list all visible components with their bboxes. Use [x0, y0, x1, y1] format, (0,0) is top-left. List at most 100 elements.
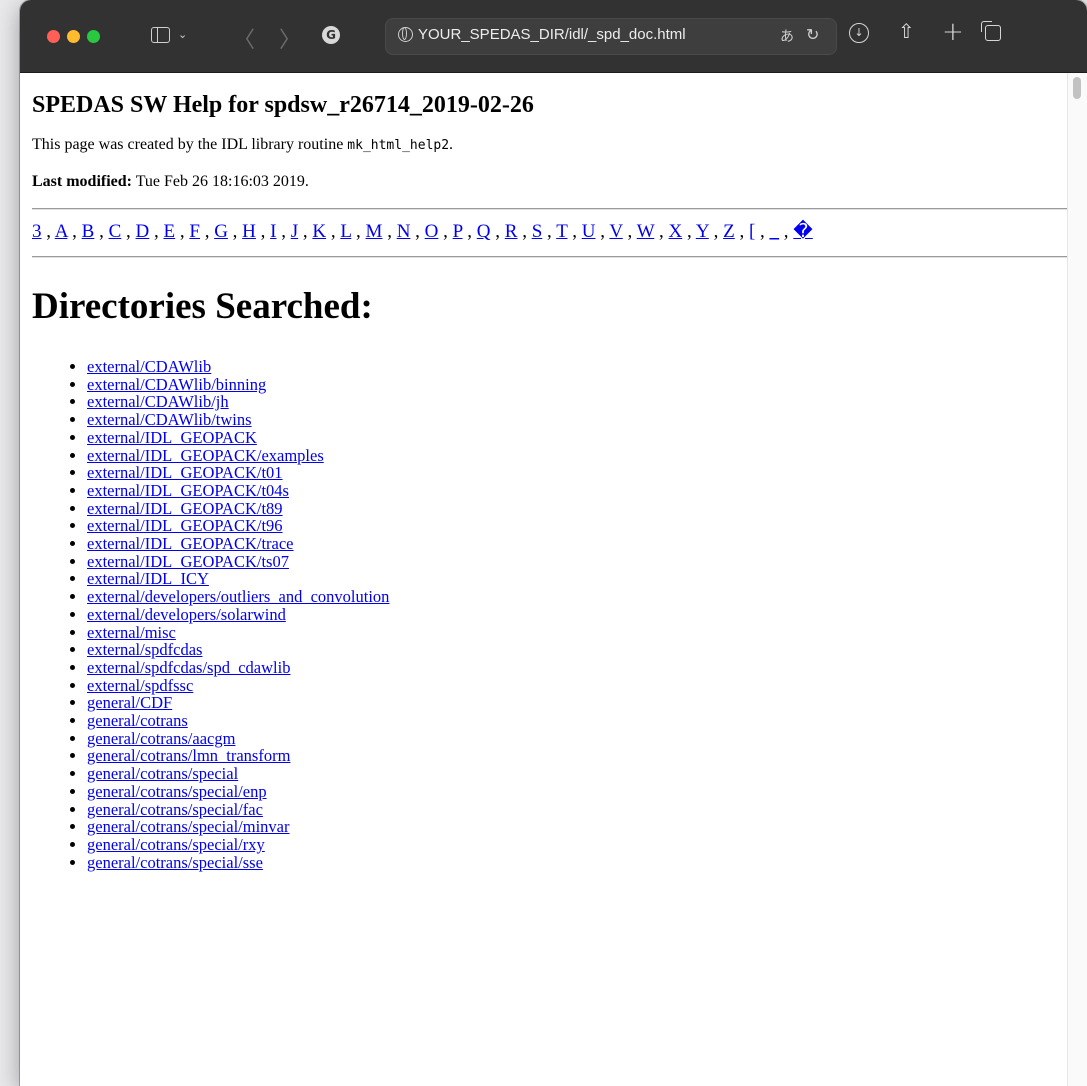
- alphabet-link[interactable]: M: [366, 221, 383, 242]
- alphabet-link[interactable]: A: [55, 221, 68, 242]
- chevron-down-icon[interactable]: ⌄: [178, 28, 187, 41]
- directory-link[interactable]: external/IDL_GEOPACK: [87, 428, 257, 447]
- directory-link[interactable]: external/misc: [87, 623, 176, 642]
- directory-link[interactable]: general/cotrans/special/rxy: [87, 835, 265, 854]
- download-icon[interactable]: ↓: [849, 23, 869, 43]
- directory-link[interactable]: external/spdfcdas: [87, 640, 202, 659]
- alphabet-link[interactable]: P: [453, 221, 463, 242]
- last-modified-label: Last modified:: [32, 173, 132, 190]
- alphabet-separator: ,: [567, 221, 582, 242]
- alphabet-link[interactable]: K: [312, 221, 326, 242]
- directory-link[interactable]: general/cotrans/special/sse: [87, 853, 263, 872]
- directory-link[interactable]: general/cotrans/special/enp: [87, 782, 267, 801]
- directory-link[interactable]: external/spdfcdas/spd_cdawlib: [87, 658, 290, 677]
- alphabet-separator: ,: [682, 221, 696, 242]
- directory-link[interactable]: external/IDL_GEOPACK/t89: [87, 499, 283, 518]
- alphabet-separator: ,: [542, 221, 557, 242]
- alphabet-link[interactable]: T: [556, 221, 567, 242]
- alphabet-separator: ,: [410, 221, 425, 242]
- forward-button[interactable]: 〉: [279, 22, 301, 54]
- alphabet-link[interactable]: �: [793, 221, 812, 242]
- directory-link[interactable]: external/CDAWlib/jh: [87, 392, 229, 411]
- reload-icon[interactable]: ↻: [806, 25, 819, 44]
- directory-link[interactable]: external/spdfssc: [87, 676, 193, 695]
- alphabet-link[interactable]: N: [397, 221, 411, 242]
- scrollbar-thumb[interactable]: [1073, 77, 1081, 99]
- alphabet-link[interactable]: U: [582, 221, 596, 242]
- alphabet-link[interactable]: _: [770, 221, 780, 242]
- alphabet-separator: ,: [326, 221, 341, 242]
- alphabet-link[interactable]: Z: [723, 221, 735, 242]
- directory-link[interactable]: general/cotrans/lmn_transform: [87, 746, 290, 765]
- alphabet-link[interactable]: Y: [696, 221, 709, 242]
- directory-link[interactable]: general/cotrans/aacgm: [87, 729, 235, 748]
- directory-link[interactable]: external/IDL_GEOPACK/examples: [87, 446, 324, 465]
- alphabet-separator: ,: [490, 221, 505, 242]
- alphabet-link[interactable]: W: [637, 221, 655, 242]
- directory-link[interactable]: external/IDL_GEOPACK/ts07: [87, 552, 289, 571]
- sidebar-icon[interactable]: [151, 27, 170, 43]
- minimize-window-button[interactable]: [67, 30, 80, 43]
- alphabet-separator: ,: [654, 221, 669, 242]
- directory-link[interactable]: external/IDL_GEOPACK/trace: [87, 534, 294, 553]
- directory-link[interactable]: general/cotrans: [87, 711, 188, 730]
- alphabet-separator: ,: [517, 221, 532, 242]
- new-tab-icon[interactable]: +: [942, 17, 964, 47]
- list-item: general/cotrans: [87, 712, 1068, 730]
- last-modified-line: Last modified: Tue Feb 26 18:16:03 2019.: [32, 172, 1068, 192]
- tab-overview-icon[interactable]: [981, 21, 1001, 41]
- alphabet-link[interactable]: Q: [477, 221, 491, 242]
- directory-link[interactable]: external/developers/outliers_and_convolu…: [87, 587, 389, 606]
- zoom-window-button[interactable]: [87, 30, 100, 43]
- address-bar[interactable]: YOUR_SPEDAS_DIR/idl/_spd_doc.html あ ↻: [385, 18, 837, 55]
- alphabet-link[interactable]: F: [189, 221, 200, 242]
- alphabet-link[interactable]: R: [505, 221, 518, 242]
- alphabet-link[interactable]: G: [214, 221, 228, 242]
- directories-heading: Directories Searched:: [32, 286, 373, 327]
- directory-link[interactable]: general/CDF: [87, 693, 172, 712]
- directory-link[interactable]: external/IDL_GEOPACK/t04s: [87, 481, 289, 500]
- directory-link[interactable]: general/cotrans/special/fac: [87, 800, 263, 819]
- created-by-text: This page was created by the IDL library…: [32, 136, 348, 153]
- share-icon[interactable]: ⇧: [898, 19, 915, 43]
- directory-link[interactable]: external/IDL_GEOPACK/t01: [87, 463, 283, 482]
- alphabet-link[interactable]: O: [425, 221, 439, 242]
- translate-icon[interactable]: あ: [780, 26, 794, 46]
- directory-link[interactable]: external/IDL_GEOPACK/t96: [87, 516, 283, 535]
- back-button[interactable]: 〈: [233, 22, 255, 54]
- alphabet-link[interactable]: C: [109, 221, 122, 242]
- alphabet-separator: ,: [755, 221, 770, 242]
- alphabet-separator: ,: [41, 221, 55, 242]
- alphabet-link[interactable]: V: [609, 221, 622, 242]
- alphabet-link[interactable]: D: [136, 221, 150, 242]
- alphabet-separator: ,: [175, 221, 190, 242]
- alphabet-separator: ,: [622, 221, 637, 242]
- alphabet-link[interactable]: S: [532, 221, 543, 242]
- url-text[interactable]: YOUR_SPEDAS_DIR/idl/_spd_doc.html: [418, 26, 686, 43]
- alphabet-separator: ,: [149, 221, 164, 242]
- alphabet-link[interactable]: L: [340, 221, 351, 242]
- directory-link[interactable]: external/developers/solarwind: [87, 605, 286, 624]
- alphabet-link[interactable]: X: [669, 221, 683, 242]
- alphabet-link[interactable]: H: [242, 221, 256, 242]
- directory-link[interactable]: external/CDAWlib/binning: [87, 375, 266, 394]
- alphabet-link[interactable]: B: [82, 221, 95, 242]
- close-window-button[interactable]: [47, 30, 60, 43]
- list-item: general/cotrans/aacgm: [87, 729, 1068, 748]
- alphabet-link[interactable]: 3: [32, 221, 42, 242]
- list-item: external/CDAWlib/jh: [87, 393, 1068, 411]
- created-by-end: .: [449, 136, 454, 153]
- alphabet-separator: ,: [708, 221, 724, 242]
- directory-link[interactable]: external/CDAWlib: [87, 357, 211, 376]
- directory-link[interactable]: general/cotrans/special/minvar: [87, 817, 290, 836]
- list-item: general/cotrans/special: [87, 765, 1068, 783]
- list-item: external/spdfcdas: [87, 641, 1068, 659]
- directory-link[interactable]: external/CDAWlib/twins: [87, 410, 252, 429]
- alphabet-separator: ,: [67, 221, 82, 242]
- directory-link[interactable]: external/IDL_ICY: [87, 569, 209, 588]
- directory-link[interactable]: general/cotrans/special: [87, 764, 238, 783]
- alphabet-link[interactable]: E: [164, 221, 176, 242]
- list-item: general/CDF: [87, 694, 1068, 712]
- vertical-scrollbar[interactable]: [1067, 73, 1087, 1086]
- list-item: general/cotrans/special/sse: [87, 853, 1068, 872]
